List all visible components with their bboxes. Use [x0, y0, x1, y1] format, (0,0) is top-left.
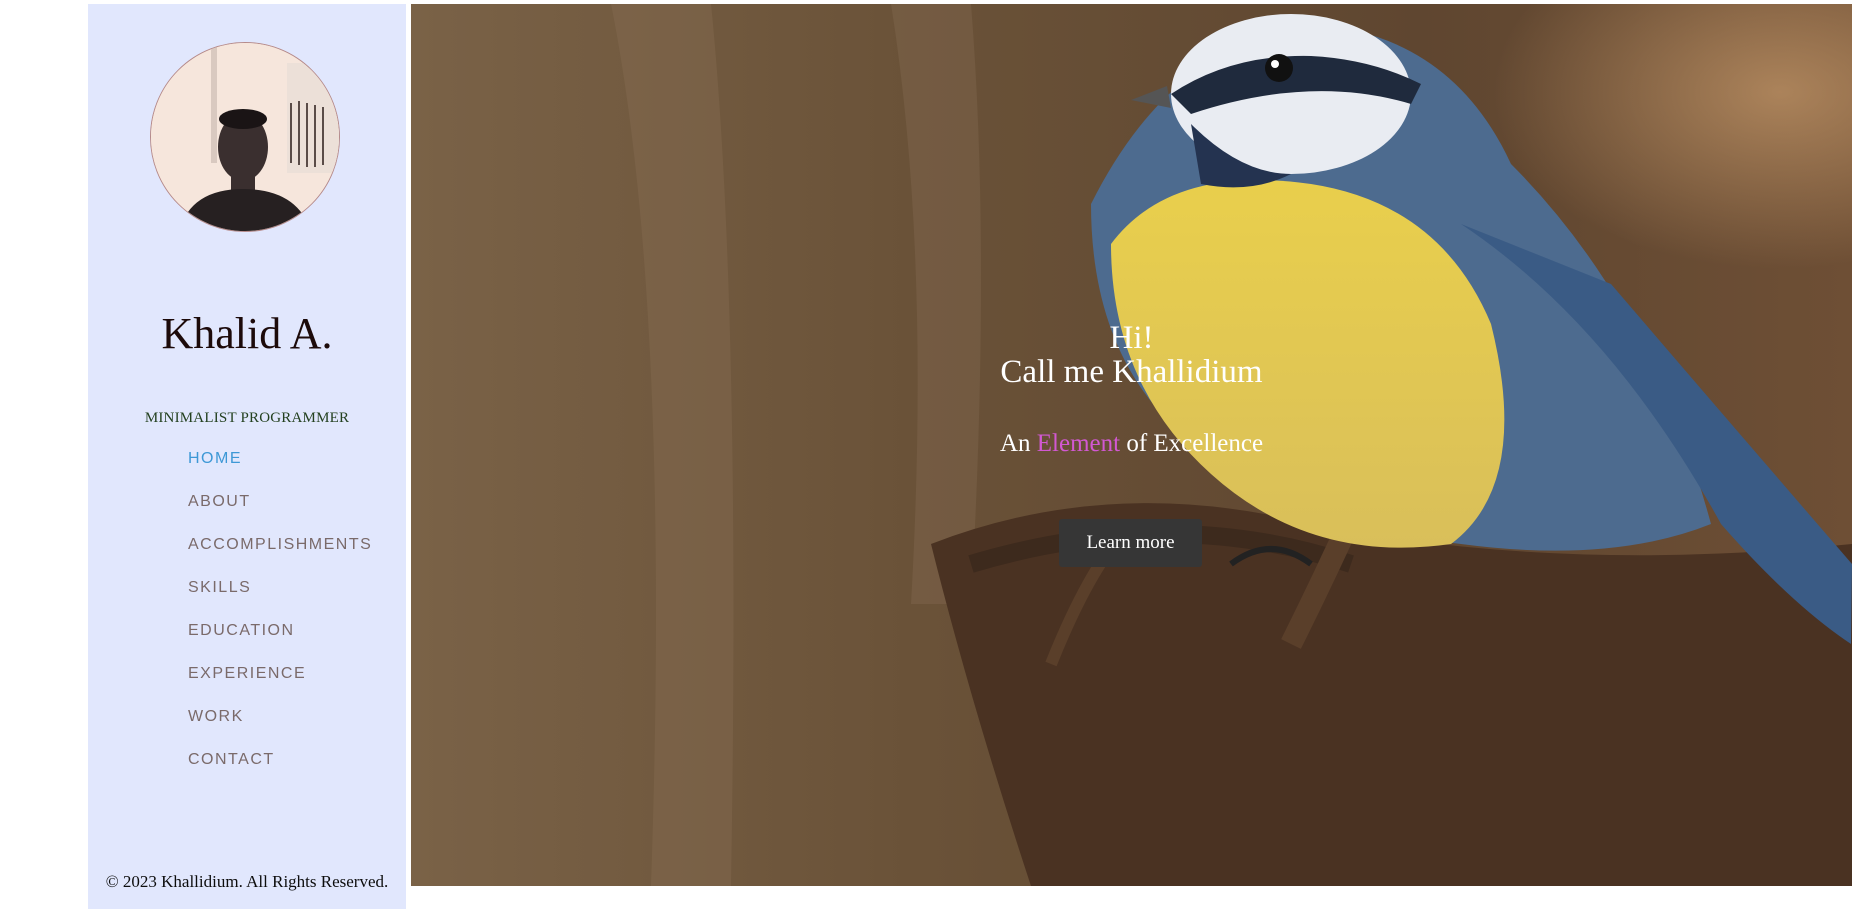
nav-item-contact[interactable]: CONTACT — [188, 751, 372, 794]
nav-item-education[interactable]: EDUCATION — [188, 622, 372, 665]
nav-item-work[interactable]: WORK — [188, 708, 372, 751]
copyright-notice: © 2023 Khallidium. All Rights Reserved. — [105, 872, 389, 891]
motto-prefix: An — [999, 430, 1037, 457]
nav-item-experience[interactable]: EXPERIENCE — [188, 665, 372, 708]
hero-greeting-line1: Hi! — [1109, 320, 1154, 356]
nav-item-accomplishments[interactable]: ACCOMPLISHMENTS — [188, 536, 372, 579]
hero-section: Hi! Call me Khallidium An Element of Exc… — [411, 4, 1852, 886]
nav-item-home[interactable]: HOME — [188, 450, 372, 493]
nav-item-about[interactable]: ABOUT — [188, 493, 372, 536]
main-nav: HOME ABOUT ACCOMPLISHMENTS SKILLS EDUCAT… — [188, 450, 372, 794]
profile-name: Khalid A. — [161, 309, 333, 358]
motto-accent: Element — [1036, 430, 1121, 457]
hero-greeting-line2: Call me Khallidium — [1000, 354, 1263, 390]
avatar[interactable] — [150, 42, 340, 232]
learn-more-button[interactable]: Learn more — [1059, 519, 1202, 567]
profile-tagline: MINIMALIST PROGRAMMER — [144, 410, 350, 426]
nav-item-skills[interactable]: SKILLS — [188, 579, 372, 622]
profile-photo — [151, 43, 339, 231]
hero-motto: An Element of Excellence — [411, 430, 1852, 458]
sidebar: Khalid A. MINIMALIST PROGRAMMER HOME ABO… — [88, 4, 406, 909]
motto-suffix: of Excellence — [1120, 430, 1264, 457]
